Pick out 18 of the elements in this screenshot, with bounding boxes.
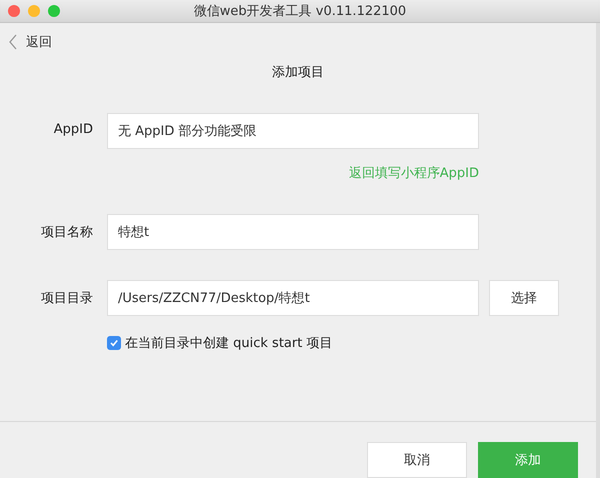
- window-title: 微信web开发者工具 v0.11.122100: [194, 3, 406, 20]
- back-button[interactable]: 返回: [8, 33, 52, 51]
- checkbox-label: 在当前目录中创建 quick start 项目: [125, 335, 332, 352]
- field-label: 项目名称: [40, 224, 93, 241]
- choose-button[interactable]: 选择: [489, 280, 559, 316]
- checkbox[interactable]: [107, 336, 121, 350]
- cancel-button[interactable]: 取消: [367, 442, 467, 478]
- close-icon[interactable]: [8, 5, 20, 17]
- text-field[interactable]: 特想t: [107, 214, 479, 250]
- field-label: AppID: [52, 121, 93, 137]
- text-field[interactable]: /Users/ZZCN77/Desktop/特想t: [107, 280, 479, 316]
- text-field[interactable]: 无 AppID 部分功能受限: [107, 113, 479, 149]
- chevron-left-icon: [8, 34, 18, 50]
- field-label: 项目目录: [40, 290, 93, 307]
- zoom-icon[interactable]: [48, 5, 60, 17]
- page-heading: 添加项目: [272, 65, 324, 80]
- minimize-icon[interactable]: [28, 5, 40, 17]
- checkmark-icon: [109, 338, 119, 348]
